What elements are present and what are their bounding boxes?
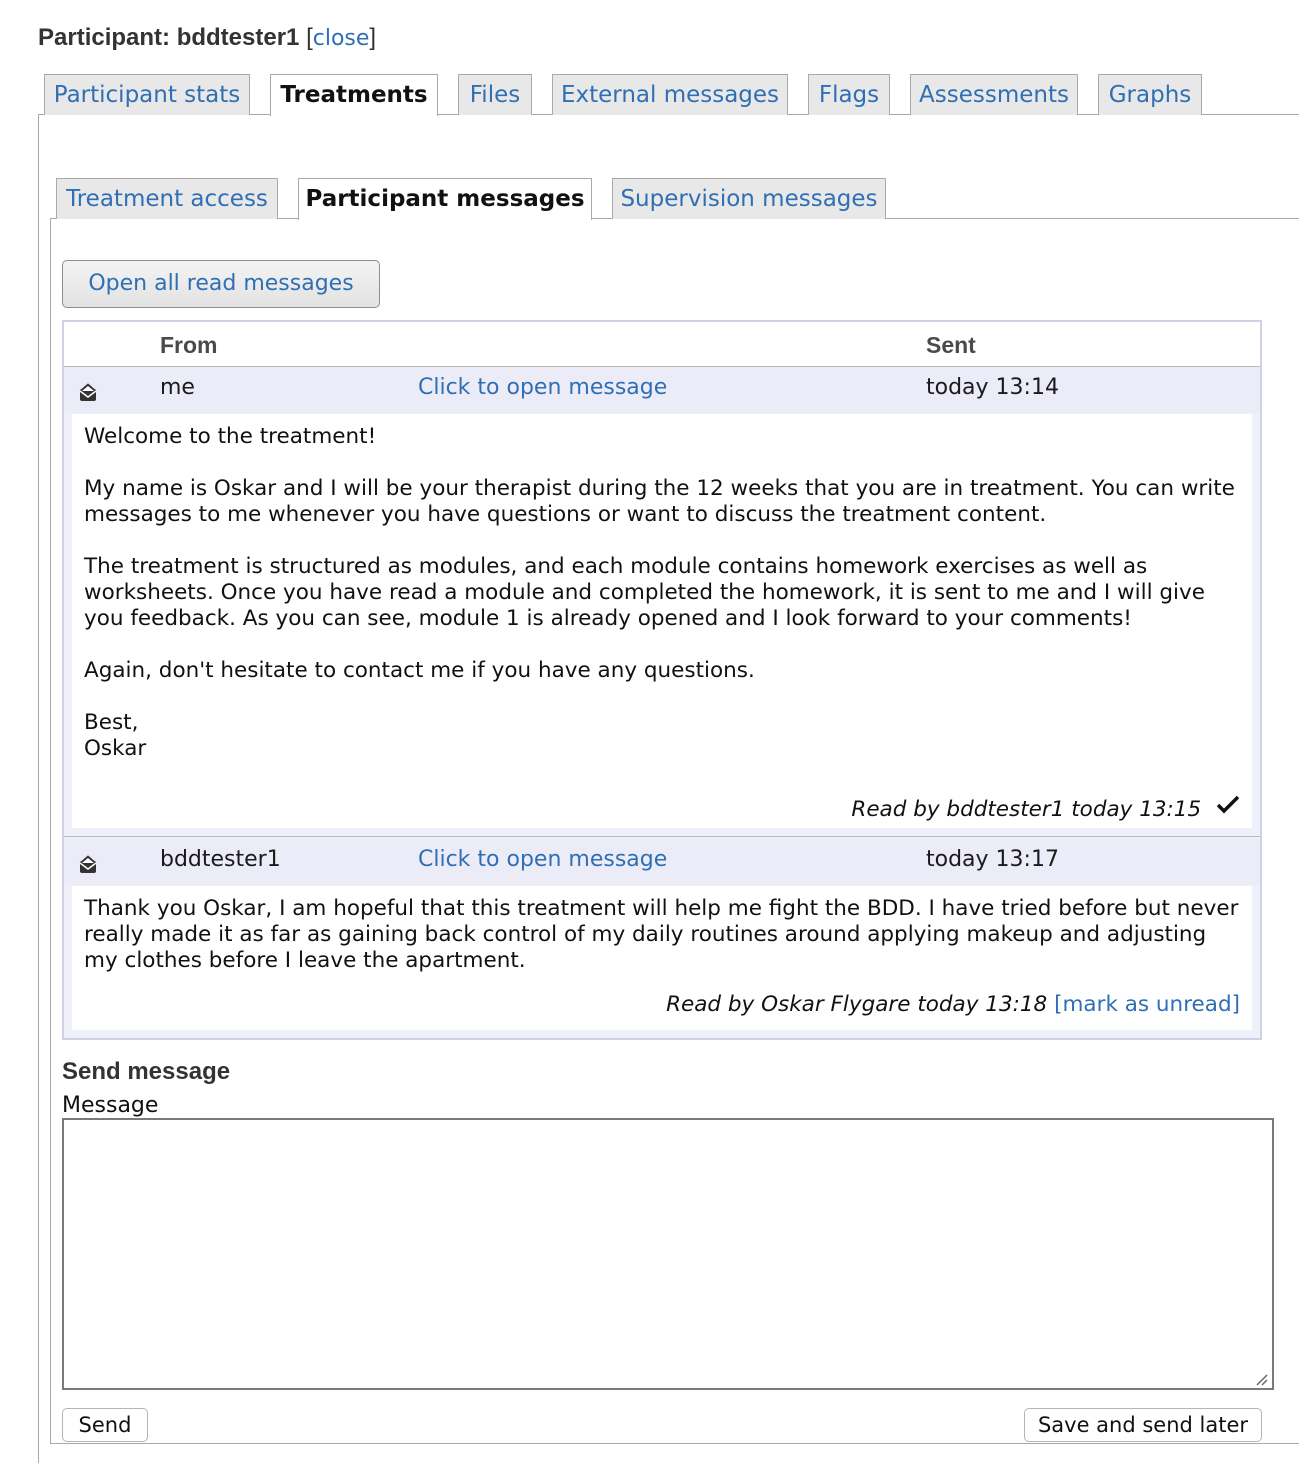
subtab-participant-messages[interactable]: Participant messages [298,178,592,220]
column-header-sent: Sent [926,332,976,358]
read-receipt: Read by bddtester1 today 13:15 [851,794,1240,823]
message-paragraph: Welcome to the treatment! [84,424,377,449]
tab-participant-stats[interactable]: Participant stats [44,74,250,115]
bracket-close: ] [369,24,377,51]
open-all-read-messages-button[interactable]: Open all read messages [62,260,380,308]
open-envelope-icon [79,855,97,873]
close-link[interactable]: close [313,26,370,51]
message-body: Thank you Oskar, I am hopeful that this … [72,886,1252,1030]
message-sender: bddtester1 [160,847,281,872]
message-sent-time: today 13:17 [926,847,1059,872]
tab-external-messages[interactable]: External messages [552,74,788,115]
send-button[interactable]: Send [62,1408,148,1442]
row-divider [64,836,1260,837]
participant-header: Participant: bddtester1 [close] [38,22,376,54]
tab-treatments[interactable]: Treatments [270,74,438,116]
message-paragraph: The treatment is structured as modules, … [84,554,1205,631]
message-signoff: Best, [84,710,139,735]
message-paragraph: My name is Oskar and I will be your ther… [84,476,1235,527]
participant-title: Participant: bddtester1 [38,24,300,51]
open-envelope-icon [79,383,97,401]
tab-assessments[interactable]: Assessments [910,74,1078,115]
table-header: From Sent [64,322,1260,367]
send-message-title: Send message [62,1058,231,1085]
message-body: Welcome to the treatment! My name is Osk… [72,414,1252,828]
message-sent-time: today 13:14 [926,375,1059,400]
message-textarea[interactable] [62,1118,1274,1390]
tab-flags[interactable]: Flags [808,74,890,115]
message-paragraph: Again, don't hesitate to contact me if y… [84,658,755,683]
tab-graphs[interactable]: Graphs [1098,74,1202,115]
bracket-open: [ [306,24,313,51]
message-row[interactable]: bddtester1 Click to open message today 1… [64,839,1260,885]
column-header-from: From [160,332,218,358]
open-message-link[interactable]: Click to open message [418,375,667,400]
save-and-send-later-button[interactable]: Save and send later [1024,1408,1262,1442]
tab-files[interactable]: Files [458,74,532,115]
read-receipt: Read by Oskar Flygare today 13:18 [mark … [666,992,1240,1018]
open-message-link[interactable]: Click to open message [418,847,667,872]
subtab-supervision-messages[interactable]: Supervision messages [612,178,886,219]
checkmark-icon [1216,795,1240,814]
read-receipt-text: Read by bddtester1 today 13:15 [851,797,1202,822]
mark-as-unread-link[interactable]: [mark as unread] [1054,992,1240,1017]
message-sender: me [160,375,195,400]
read-receipt-text: Read by Oskar Flygare today 13:18 [666,992,1048,1017]
message-signature: Oskar [84,736,147,761]
resize-grip-icon[interactable] [1252,1370,1268,1386]
message-field-label: Message [62,1093,159,1118]
message-row[interactable]: me Click to open message today 13:14 [64,367,1260,413]
subtab-treatment-access[interactable]: Treatment access [56,178,278,219]
message-paragraph: Thank you Oskar, I am hopeful that this … [84,896,1239,973]
messages-table: From Sent me Click to open message today… [62,320,1262,1040]
